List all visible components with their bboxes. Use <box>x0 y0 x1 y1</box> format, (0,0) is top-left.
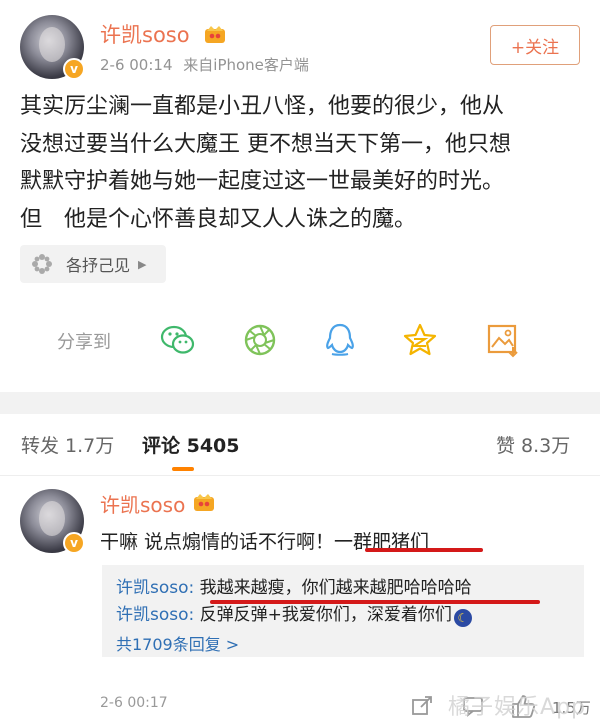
reply-box[interactable]: 许凯soso: 我越来越瘦，你们越来越肥哈哈哈哈 许凯soso: 反弹反弹+我爱… <box>102 565 584 657</box>
highlight-underline <box>365 548 483 552</box>
verified-badge-icon: v <box>63 58 85 80</box>
post-timestamp: 2-6 00:14 <box>100 56 173 74</box>
post-body: 其实厉尘澜一直都是小丑八怪，他要的很少，他从 没想过要当什么大魔王 更不想当天下… <box>20 88 585 238</box>
topic-tag-label: 各抒己见 <box>66 256 131 275</box>
tab-comments[interactable]: 评论 5405 <box>142 431 240 458</box>
post-meta: 2-6 00:14 来自iPhone客户端 <box>100 54 309 75</box>
interaction-tabs: 转发 1.7万 评论 5405 赞 8.3万 <box>0 414 600 476</box>
chevron-right-icon: ▶ <box>138 257 147 271</box>
moments-icon[interactable] <box>240 320 280 360</box>
flower-icon <box>32 254 52 274</box>
reply-username[interactable]: 许凯soso <box>116 578 189 598</box>
reply-text: 反弹反弹+我爱你们，深爱着你们 <box>194 605 452 625</box>
reply-item: 许凯soso: 我越来越瘦，你们越来越肥哈哈哈哈 <box>116 575 584 602</box>
post-line: 其实厉尘澜一直都是小丑八怪，他要的很少，他从 <box>20 94 505 119</box>
reply-username[interactable]: 许凯soso <box>116 605 189 625</box>
tab-reposts[interactable]: 转发 1.7万 <box>21 431 114 458</box>
topic-tag-chip[interactable]: 各抒己见 ▶ <box>20 245 166 283</box>
share-comment-icon[interactable] <box>411 695 433 717</box>
weibo-post: v 许凯soso 2-6 00:14 来自iPhone客户端 +关注 其实厉尘澜… <box>0 0 600 392</box>
qq-icon[interactable] <box>320 320 360 360</box>
watermark: 橘子娱乐App <box>448 695 586 720</box>
reply-item: 许凯soso: 反弹反弹+我爱你们，深爱着你们 ☾ <box>116 602 584 629</box>
tab-likes[interactable]: 赞 8.3万 <box>496 431 570 458</box>
highlight-underline <box>210 600 540 604</box>
active-tab-indicator <box>172 467 194 471</box>
commenter-username[interactable]: 许凯soso <box>100 489 185 518</box>
post-username[interactable]: 许凯soso <box>100 19 190 49</box>
follow-button[interactable]: +关注 <box>490 25 580 65</box>
share-bar: 分享到 <box>0 318 600 362</box>
more-replies-link[interactable]: 共1709条回复 > <box>116 631 584 658</box>
qzone-icon[interactable] <box>400 320 440 360</box>
section-divider <box>0 392 600 414</box>
verified-badge-icon: v <box>63 532 85 554</box>
post-line: 但 他是个心怀善良却又人人诛之的魔。 <box>20 206 417 232</box>
moon-emoji-icon: ☾ <box>453 609 472 627</box>
crown-icon <box>194 494 214 511</box>
save-image-icon[interactable] <box>483 320 523 360</box>
post-line: 默默守护着她与她一起度过这一世最美好的时光。 <box>20 169 505 194</box>
reply-text: 我越来越瘦，你们越来越肥哈哈哈哈 <box>194 578 472 598</box>
post-source: 来自iPhone客户端 <box>183 56 309 74</box>
wechat-icon[interactable] <box>158 320 198 360</box>
share-label: 分享到 <box>57 332 111 353</box>
comment-timestamp: 2-6 00:17 <box>100 695 168 711</box>
post-line: 没想过要当什么大魔王 更不想当天下第一，他只想 <box>20 131 511 157</box>
crown-icon <box>205 26 225 43</box>
